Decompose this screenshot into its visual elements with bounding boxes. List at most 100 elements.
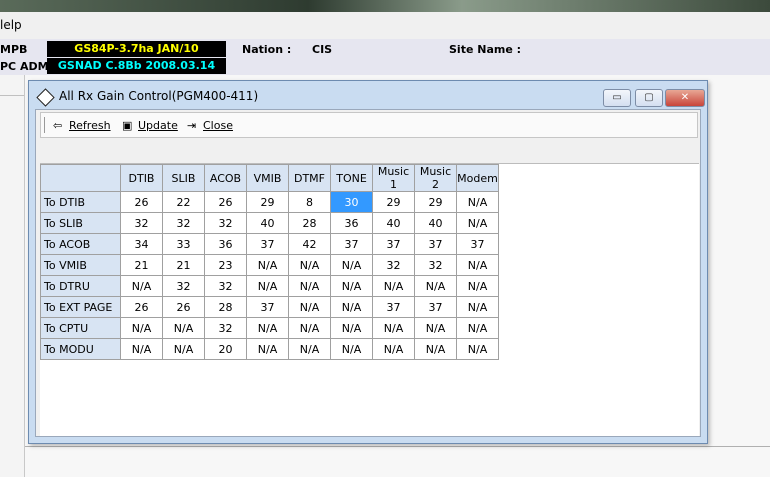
gain-cell[interactable]: 40 [246, 212, 289, 234]
column-header[interactable]: SLIB [162, 164, 205, 192]
gain-cell[interactable]: 21 [120, 254, 163, 276]
gain-cell[interactable]: 32 [372, 254, 415, 276]
gain-cell[interactable]: 32 [204, 212, 247, 234]
gain-cell[interactable]: 20 [204, 338, 247, 360]
row-header[interactable]: To SLIB [40, 212, 121, 234]
gain-cell[interactable]: 32 [120, 212, 163, 234]
gain-cell[interactable]: N/A [288, 254, 331, 276]
gain-cell[interactable]: 26 [120, 296, 163, 318]
gain-cell[interactable]: N/A [330, 317, 373, 339]
gain-cell[interactable]: N/A [372, 275, 415, 297]
row-header[interactable]: To CPTU [40, 317, 121, 339]
minimize-button[interactable]: ▭ [603, 89, 631, 107]
gain-cell[interactable]: N/A [414, 275, 457, 297]
gain-cell[interactable]: N/A [120, 338, 163, 360]
gain-cell[interactable]: 36 [330, 212, 373, 234]
gain-cell[interactable]: N/A [288, 317, 331, 339]
gain-cell[interactable]: N/A [414, 317, 457, 339]
gain-cell[interactable]: N/A [246, 275, 289, 297]
gain-cell[interactable]: N/A [456, 275, 499, 297]
gain-cell[interactable]: N/A [372, 317, 415, 339]
gain-cell[interactable]: 37 [414, 233, 457, 255]
column-header[interactable]: Modem [456, 164, 499, 192]
grid-corner-cell [40, 164, 121, 192]
row-header[interactable]: To VMIB [40, 254, 121, 276]
gain-cell[interactable]: 29 [372, 191, 415, 213]
gain-cell[interactable]: N/A [288, 338, 331, 360]
column-header[interactable]: VMIB [246, 164, 289, 192]
gain-cell[interactable]: 32 [414, 254, 457, 276]
row-header[interactable]: To EXT PAGE [40, 296, 121, 318]
gain-cell[interactable]: 32 [204, 275, 247, 297]
row-header[interactable]: To DTIB [40, 191, 121, 213]
gain-cell[interactable]: 26 [120, 191, 163, 213]
row-header[interactable]: To DTRU [40, 275, 121, 297]
gain-cell[interactable]: 23 [204, 254, 247, 276]
gain-cell[interactable]: 40 [372, 212, 415, 234]
gain-cell[interactable]: N/A [414, 338, 457, 360]
update-button[interactable]: ▣ Update [122, 117, 178, 133]
gain-cell[interactable]: 36 [204, 233, 247, 255]
gain-cell[interactable]: 32 [204, 317, 247, 339]
gain-cell[interactable]: N/A [456, 296, 499, 318]
refresh-button[interactable]: ⇦ Refresh [53, 117, 111, 133]
gain-cell[interactable]: 37 [414, 296, 457, 318]
gain-cell[interactable]: N/A [330, 296, 373, 318]
column-header[interactable]: Music 1 [372, 164, 415, 192]
gain-cell[interactable]: 32 [162, 275, 205, 297]
gain-cell[interactable]: 8 [288, 191, 331, 213]
close-window-button[interactable]: ✕ [665, 89, 705, 107]
gain-cell[interactable]: 32 [162, 212, 205, 234]
gain-cell[interactable]: 22 [162, 191, 205, 213]
gain-cell[interactable]: 37 [330, 233, 373, 255]
gain-cell[interactable]: N/A [162, 317, 205, 339]
gain-cell[interactable]: 37 [372, 233, 415, 255]
gain-cell[interactable]: N/A [120, 275, 163, 297]
gain-cell[interactable]: 40 [414, 212, 457, 234]
menu-help[interactable]: lelp [0, 18, 22, 32]
gain-cell-selected[interactable]: 30 [330, 191, 373, 213]
gain-cell[interactable]: N/A [246, 254, 289, 276]
maximize-button[interactable]: ▢ [635, 89, 663, 107]
gain-cell[interactable]: N/A [330, 338, 373, 360]
gain-cell[interactable]: 21 [162, 254, 205, 276]
gain-cell[interactable]: 37 [372, 296, 415, 318]
gain-cell[interactable]: 26 [204, 191, 247, 213]
gain-cell[interactable]: 37 [246, 233, 289, 255]
gain-cell[interactable]: 42 [288, 233, 331, 255]
gain-cell[interactable]: N/A [162, 338, 205, 360]
column-header[interactable]: TONE [330, 164, 373, 192]
gain-cell[interactable]: N/A [456, 254, 499, 276]
row-header[interactable]: To ACOB [40, 233, 121, 255]
column-header[interactable]: DTMF [288, 164, 331, 192]
gain-cell[interactable]: 28 [204, 296, 247, 318]
column-header[interactable]: Music 2 [414, 164, 457, 192]
column-header[interactable]: ACOB [204, 164, 247, 192]
gain-cell[interactable]: N/A [456, 191, 499, 213]
gain-cell[interactable]: N/A [456, 212, 499, 234]
close-button[interactable]: ⇥ Close [187, 117, 233, 133]
gain-cell[interactable]: N/A [246, 338, 289, 360]
column-header[interactable]: DTIB [120, 164, 163, 192]
row-header[interactable]: To MODU [40, 338, 121, 360]
window-title-bar[interactable]: All Rx Gain Control(PGM400-411) ▭ ▢ ✕ [29, 81, 707, 109]
gain-cell[interactable]: N/A [120, 317, 163, 339]
gain-cell[interactable]: 37 [246, 296, 289, 318]
gain-cell[interactable]: 28 [288, 212, 331, 234]
gain-grid-area: DTIB SLIB ACOB VMIB DTMF TONE Music 1 Music 2 Mo… [40, 163, 699, 436]
gain-cell[interactable]: N/A [246, 317, 289, 339]
gain-cell[interactable]: N/A [456, 338, 499, 360]
gain-cell[interactable]: N/A [330, 275, 373, 297]
gain-cell[interactable]: 29 [414, 191, 457, 213]
gain-cell[interactable]: N/A [372, 338, 415, 360]
gain-cell[interactable]: N/A [288, 275, 331, 297]
gain-cell[interactable]: N/A [330, 254, 373, 276]
gain-cell[interactable]: 37 [456, 233, 499, 255]
gain-cell[interactable]: 29 [246, 191, 289, 213]
gain-cell[interactable]: 34 [120, 233, 163, 255]
workspace-bottom-divider [25, 446, 770, 447]
gain-cell[interactable]: 33 [162, 233, 205, 255]
gain-cell[interactable]: N/A [288, 296, 331, 318]
gain-cell[interactable]: N/A [456, 317, 499, 339]
gain-cell[interactable]: 26 [162, 296, 205, 318]
